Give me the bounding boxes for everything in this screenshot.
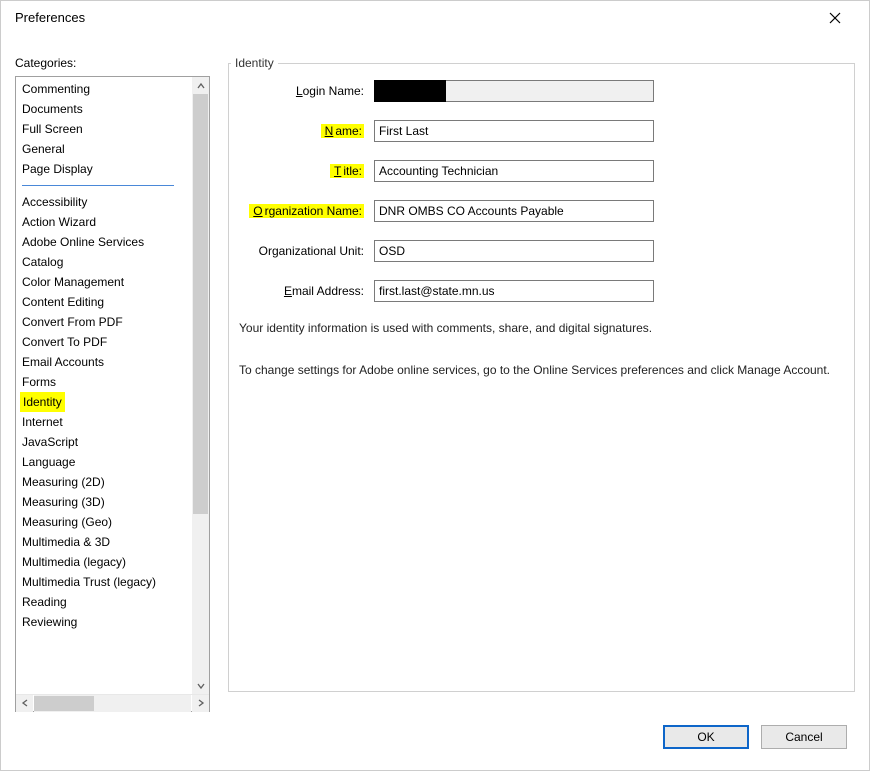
category-item-general[interactable]: General bbox=[20, 139, 192, 159]
cancel-button[interactable]: Cancel bbox=[761, 725, 847, 749]
identity-fieldset: Identity Login Name: Name: Title: bbox=[228, 56, 855, 692]
category-item-internet[interactable]: Internet bbox=[20, 412, 192, 432]
category-item-color-management[interactable]: Color Management bbox=[20, 272, 192, 292]
row-organizational-unit: Organizational Unit: bbox=[239, 240, 844, 262]
category-item-adobe-online-services[interactable]: Adobe Online Services bbox=[20, 232, 192, 252]
category-item-convert-from-pdf[interactable]: Convert From PDF bbox=[20, 312, 192, 332]
preferences-dialog: Preferences Categories: Commenting Docum… bbox=[0, 0, 870, 771]
row-email-address: Email Address: bbox=[239, 280, 844, 302]
title-input[interactable] bbox=[374, 160, 654, 182]
close-button[interactable] bbox=[815, 3, 855, 33]
category-item-reading[interactable]: Reading bbox=[20, 592, 192, 612]
titlebar: Preferences bbox=[1, 1, 869, 34]
identity-legend: Identity bbox=[231, 56, 278, 70]
scroll-track[interactable] bbox=[192, 94, 209, 677]
window-title: Preferences bbox=[15, 10, 85, 25]
organization-name-label: Organization Name: bbox=[239, 204, 374, 218]
chevron-up-icon bbox=[197, 82, 205, 90]
identity-panel-column: Identity Login Name: Name: Title: bbox=[228, 56, 855, 712]
row-organization-name: Organization Name: bbox=[239, 200, 844, 222]
category-item-content-editing[interactable]: Content Editing bbox=[20, 292, 192, 312]
category-item-catalog[interactable]: Catalog bbox=[20, 252, 192, 272]
category-item-javascript[interactable]: JavaScript bbox=[20, 432, 192, 452]
chevron-left-icon bbox=[21, 699, 29, 707]
category-item-measuring-geo[interactable]: Measuring (Geo) bbox=[20, 512, 192, 532]
category-item-commenting[interactable]: Commenting bbox=[20, 79, 192, 99]
category-items: Commenting Documents Full Screen General… bbox=[16, 77, 192, 694]
identity-info-text: Your identity information is used with c… bbox=[239, 320, 844, 378]
category-item-language[interactable]: Language bbox=[20, 452, 192, 472]
category-item-documents[interactable]: Documents bbox=[20, 99, 192, 119]
categories-horizontal-scrollbar[interactable] bbox=[16, 694, 209, 711]
category-item-convert-to-pdf[interactable]: Convert To PDF bbox=[20, 332, 192, 352]
categories-label: Categories: bbox=[15, 56, 210, 70]
category-item-full-screen[interactable]: Full Screen bbox=[20, 119, 192, 139]
category-item-measuring-2d[interactable]: Measuring (2D) bbox=[20, 472, 192, 492]
login-name-field bbox=[446, 80, 654, 102]
categories-listbox[interactable]: Commenting Documents Full Screen General… bbox=[15, 76, 210, 712]
title-label: Title: bbox=[239, 164, 374, 178]
scroll-left-arrow[interactable] bbox=[16, 695, 33, 712]
category-item-reviewing[interactable]: Reviewing bbox=[20, 612, 192, 632]
scroll-up-arrow[interactable] bbox=[192, 77, 209, 94]
identity-info-2: To change settings for Adobe online serv… bbox=[239, 362, 844, 378]
category-item-identity-row: Identity bbox=[20, 392, 192, 412]
categories-vertical-scrollbar[interactable] bbox=[192, 77, 209, 694]
hscroll-track[interactable] bbox=[34, 695, 191, 712]
row-title: Title: bbox=[239, 160, 844, 182]
category-item-measuring-3d[interactable]: Measuring (3D) bbox=[20, 492, 192, 512]
category-item-multimedia-trust-legacy[interactable]: Multimedia Trust (legacy) bbox=[20, 572, 192, 592]
category-item-forms[interactable]: Forms bbox=[20, 372, 192, 392]
chevron-down-icon bbox=[197, 682, 205, 690]
close-icon bbox=[829, 12, 841, 24]
email-address-label: Email Address: bbox=[239, 284, 374, 298]
identity-info-1: Your identity information is used with c… bbox=[239, 320, 844, 336]
login-name-label: Login Name: bbox=[239, 84, 374, 98]
dialog-button-row: OK Cancel bbox=[15, 712, 855, 762]
category-item-page-display[interactable]: Page Display bbox=[20, 159, 192, 179]
name-label: Name: bbox=[239, 124, 374, 138]
category-item-accessibility[interactable]: Accessibility bbox=[20, 192, 192, 212]
ok-button[interactable]: OK bbox=[663, 725, 749, 749]
organization-name-input[interactable] bbox=[374, 200, 654, 222]
category-separator bbox=[22, 185, 174, 186]
category-item-email-accounts[interactable]: Email Accounts bbox=[20, 352, 192, 372]
chevron-right-icon bbox=[197, 699, 205, 707]
categories-column: Categories: Commenting Documents Full Sc… bbox=[15, 56, 210, 712]
email-address-input[interactable] bbox=[374, 280, 654, 302]
organizational-unit-label: Organizational Unit: bbox=[239, 244, 374, 258]
scroll-right-arrow[interactable] bbox=[192, 695, 209, 712]
name-input[interactable] bbox=[374, 120, 654, 142]
category-item-multimedia-legacy[interactable]: Multimedia (legacy) bbox=[20, 552, 192, 572]
category-item-identity[interactable]: Identity bbox=[20, 392, 65, 412]
login-name-redacted bbox=[374, 80, 446, 102]
scroll-thumb[interactable] bbox=[193, 94, 208, 514]
hscroll-thumb[interactable] bbox=[34, 696, 94, 711]
category-item-action-wizard[interactable]: Action Wizard bbox=[20, 212, 192, 232]
content: Categories: Commenting Documents Full Sc… bbox=[1, 34, 869, 770]
scroll-down-arrow[interactable] bbox=[192, 677, 209, 694]
row-name: Name: bbox=[239, 120, 844, 142]
row-login-name: Login Name: bbox=[239, 80, 844, 102]
category-item-multimedia-3d[interactable]: Multimedia & 3D bbox=[20, 532, 192, 552]
organizational-unit-input[interactable] bbox=[374, 240, 654, 262]
